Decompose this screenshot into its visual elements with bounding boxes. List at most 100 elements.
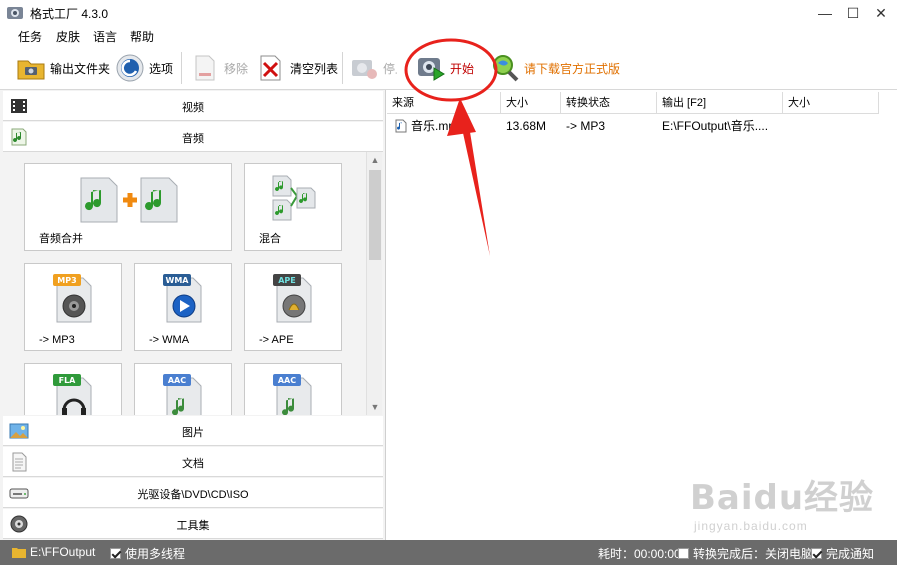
to-ape-label: -> APE: [259, 334, 294, 346]
checkbox-checked-icon[interactable]: [110, 548, 121, 559]
watermark-sub: jingyan.baidu.com: [694, 519, 808, 533]
folder-icon: [12, 548, 26, 558]
clear-list-button[interactable]: 清空列表: [256, 51, 338, 85]
menu-skin[interactable]: 皮肤: [56, 28, 80, 45]
column-status[interactable]: 转换状态: [561, 92, 657, 114]
after-convert-label: 转换完成后：关闭电脑: [693, 547, 814, 561]
wma-file-icon: WMA: [163, 274, 202, 323]
to-mp3-label: -> MP3: [39, 334, 75, 346]
start-label: 开始: [450, 61, 475, 76]
category-video[interactable]: 视频: [3, 91, 383, 121]
aac-badge: AAC: [278, 376, 296, 385]
audio-file-icon: [395, 119, 407, 133]
maximize-button[interactable]: ☐: [838, 0, 868, 26]
to-wma-tile[interactable]: WMA -> WMA: [134, 263, 232, 351]
stop-icon: [352, 60, 377, 79]
multithread-checkbox[interactable]: 使用多线程: [110, 545, 185, 562]
column-output[interactable]: 输出 [F2]: [657, 92, 783, 114]
stop-button[interactable]: 停止: [349, 51, 397, 85]
options-button[interactable]: 选项: [115, 51, 173, 85]
toolbar: 输出文件夹 选项 移除 清空列表 停止: [0, 46, 897, 90]
minimize-button[interactable]: —: [810, 0, 840, 26]
audio-merge-icon: [80, 177, 178, 223]
folder-icon: [17, 60, 45, 80]
multithread-label: 使用多线程: [125, 547, 186, 561]
column-source[interactable]: 来源: [387, 92, 501, 114]
mp3-badge: MP3: [57, 276, 76, 285]
remove-label: 移除: [224, 61, 249, 76]
menu-bar: 任务 皮肤 语言 帮助: [0, 26, 897, 46]
audio-function-grid: 音频合并 混合 MP3 -> MP3 WMA -> WMA APE -> APE…: [3, 152, 365, 415]
category-audio[interactable]: 音频: [3, 122, 383, 152]
audio-mix-icon: [272, 175, 316, 221]
scroll-down-icon[interactable]: ▼: [367, 399, 383, 415]
toolbar-separator: [181, 52, 182, 84]
download-official-label: 请下载官方正式版: [524, 61, 621, 76]
window-title: 格式工厂 4.3.0: [30, 7, 109, 21]
to-flac-tile[interactable]: FLA: [24, 363, 122, 415]
to-mp3-tile[interactable]: MP3 -> MP3: [24, 263, 122, 351]
category-tools[interactable]: 工具集: [3, 509, 383, 539]
category-panel: 视频 音频 音频合并 混合 MP3 -> MP3 WMA -> WMA APE …: [0, 90, 386, 540]
start-button[interactable]: 开始: [416, 51, 474, 85]
row-status: -> MP3: [566, 119, 606, 133]
category-audio-label: 音频: [182, 133, 204, 145]
aac-file-icon: AAC: [273, 374, 312, 415]
column-output-size[interactable]: 大小: [783, 92, 879, 114]
ape-file-icon: APE: [273, 274, 312, 323]
start-icon: [418, 58, 445, 81]
scrollbar-thumb[interactable]: [369, 170, 381, 260]
fla-badge: FLA: [59, 376, 77, 385]
task-table-header: 来源 大小 转换状态 输出 [F2] 大小: [387, 92, 897, 114]
elapsed-time: 耗时：00:00:00: [598, 547, 681, 561]
audio-merge-label: 音频合并: [39, 233, 83, 245]
row-output: E:\FFOutput\音乐....: [662, 119, 769, 133]
column-size[interactable]: 大小: [501, 92, 561, 114]
row-size: 13.68M: [506, 119, 547, 133]
gear-icon: [116, 54, 144, 82]
clear-list-icon: [260, 55, 281, 81]
to-ape-tile[interactable]: APE -> APE: [244, 263, 342, 351]
to-m4a-tile[interactable]: AAC: [244, 363, 342, 415]
menu-task[interactable]: 任务: [18, 28, 42, 45]
output-path[interactable]: E:\FFOutput: [12, 545, 95, 559]
app-logo-icon: [7, 7, 23, 19]
download-official-button[interactable]: 请下载官方正式版: [490, 51, 620, 85]
audio-mix-tile[interactable]: 混合: [244, 163, 342, 251]
category-document[interactable]: 文档: [3, 447, 383, 477]
to-aac-tile[interactable]: AAC: [134, 363, 232, 415]
magnifier-globe-icon: [493, 55, 519, 82]
remove-button[interactable]: 移除: [190, 51, 248, 85]
aac-badge: AAC: [168, 376, 186, 385]
checkbox-checked-icon[interactable]: [811, 548, 822, 559]
menu-help[interactable]: 帮助: [130, 28, 154, 45]
category-picture[interactable]: 图片: [3, 416, 383, 446]
output-folder-button[interactable]: 输出文件夹: [16, 51, 110, 85]
aac-file-icon: AAC: [163, 374, 202, 415]
row-source: 音乐.mp3: [411, 119, 462, 133]
category-disc[interactable]: 光驱设备\DVD\CD\ISO: [3, 478, 383, 508]
ape-badge: APE: [278, 276, 296, 285]
clear-list-label: 清空列表: [290, 61, 339, 76]
category-video-label: 视频: [182, 102, 204, 114]
toolbar-separator: [342, 52, 343, 84]
audio-grid-scrollbar[interactable]: ▲ ▼: [366, 152, 382, 415]
close-button[interactable]: ✕: [866, 0, 896, 26]
audio-merge-tile[interactable]: 音频合并: [24, 163, 232, 251]
category-tools-label: 工具集: [176, 520, 210, 532]
document-remove-icon: [195, 55, 215, 81]
notify-checkbox[interactable]: 完成通知: [811, 545, 874, 562]
after-convert-checkbox[interactable]: 转换完成后：关闭电脑: [678, 545, 813, 562]
mp3-file-icon: MP3: [53, 274, 92, 323]
output-path-label: E:\FFOutput: [30, 545, 96, 559]
menu-language[interactable]: 语言: [93, 28, 117, 45]
category-picture-label: 图片: [182, 427, 204, 439]
to-wma-label: -> WMA: [149, 334, 190, 346]
table-row[interactable]: 音乐.mp3 13.68M -> MP3 E:\FFOutput\音乐....: [387, 116, 897, 136]
scroll-up-icon[interactable]: ▲: [367, 152, 383, 168]
status-bar: E:\FFOutput 使用多线程 耗时：00:00:00 转换完成后：关闭电脑…: [0, 540, 897, 565]
wma-badge: WMA: [166, 276, 190, 285]
checkbox-unchecked-icon[interactable]: [678, 548, 689, 559]
options-label: 选项: [149, 61, 174, 76]
baidu-watermark: Baidu经验 jingyan.baidu.com: [690, 470, 874, 533]
